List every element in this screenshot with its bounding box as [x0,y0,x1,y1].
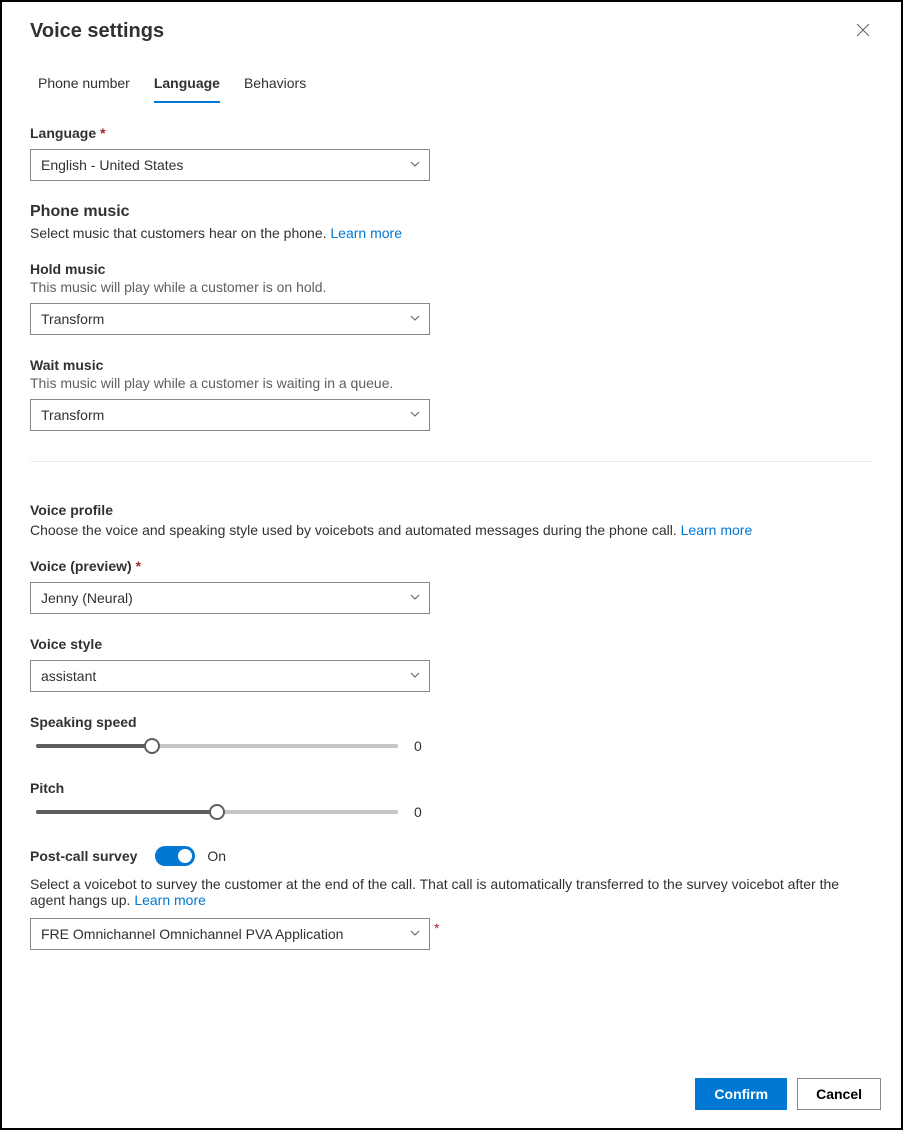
voice-select-value: Jenny (Neural) [41,590,133,606]
voice-profile-desc: Choose the voice and speaking style used… [30,522,873,538]
close-icon [856,23,870,40]
post-call-survey-select-value: FRE Omnichannel Omnichannel PVA Applicat… [41,926,343,942]
wait-music-label: Wait music [30,357,873,373]
hold-music-desc: This music will play while a customer is… [30,279,873,295]
confirm-button[interactable]: Confirm [695,1078,787,1110]
phone-music-desc: Select music that customers hear on the … [30,225,873,241]
language-label-text: Language [30,125,96,141]
required-indicator: * [434,920,439,936]
tabs: Phone number Language Behaviors [2,51,901,103]
phone-music-desc-text: Select music that customers hear on the … [30,225,330,241]
hold-music-select[interactable]: Transform [30,303,430,335]
speaking-speed-slider[interactable] [36,744,398,748]
tab-behaviors[interactable]: Behaviors [244,65,306,103]
post-call-survey-label: Post-call survey [30,848,137,864]
post-call-survey-state: On [207,848,226,864]
pitch-value: 0 [414,804,430,820]
phone-music-heading: Phone music [30,203,873,221]
hold-music-label: Hold music [30,261,873,277]
section-divider [30,461,873,462]
voice-profile-desc-text: Choose the voice and speaking style used… [30,522,681,538]
voice-select[interactable]: Jenny (Neural) [30,582,430,614]
cancel-button[interactable]: Cancel [797,1078,881,1110]
post-call-survey-toggle[interactable] [155,846,195,866]
speaking-speed-value: 0 [414,738,430,754]
language-label: Language * [30,125,873,141]
voice-style-label: Voice style [30,636,873,652]
wait-music-select-value: Transform [41,407,104,423]
voice-profile-heading: Voice profile [30,502,873,518]
post-call-learn-more-link[interactable]: Learn more [134,892,206,908]
tab-phone-number[interactable]: Phone number [38,65,130,103]
voice-profile-learn-more-link[interactable]: Learn more [681,522,753,538]
pitch-slider[interactable] [36,810,398,814]
language-select-value: English - United States [41,157,183,173]
toggle-knob [178,849,192,863]
phone-music-learn-more-link[interactable]: Learn more [330,225,402,241]
voice-style-select[interactable]: assistant [30,660,430,692]
required-indicator: * [136,558,141,574]
required-indicator: * [100,125,105,141]
close-button[interactable] [853,22,873,42]
voice-style-select-value: assistant [41,668,96,684]
voice-label-text: Voice (preview) [30,558,132,574]
wait-music-select[interactable]: Transform [30,399,430,431]
panel-title: Voice settings [30,20,164,43]
slider-thumb[interactable] [144,738,160,754]
voice-label: Voice (preview) * [30,558,873,574]
language-select[interactable]: English - United States [30,149,430,181]
wait-music-desc: This music will play while a customer is… [30,375,873,391]
speaking-speed-label: Speaking speed [30,714,873,730]
post-call-survey-desc: Select a voicebot to survey the customer… [30,876,873,908]
pitch-label: Pitch [30,780,873,796]
hold-music-select-value: Transform [41,311,104,327]
post-call-survey-select[interactable]: FRE Omnichannel Omnichannel PVA Applicat… [30,918,430,950]
tab-language[interactable]: Language [154,65,220,103]
slider-thumb[interactable] [209,804,225,820]
